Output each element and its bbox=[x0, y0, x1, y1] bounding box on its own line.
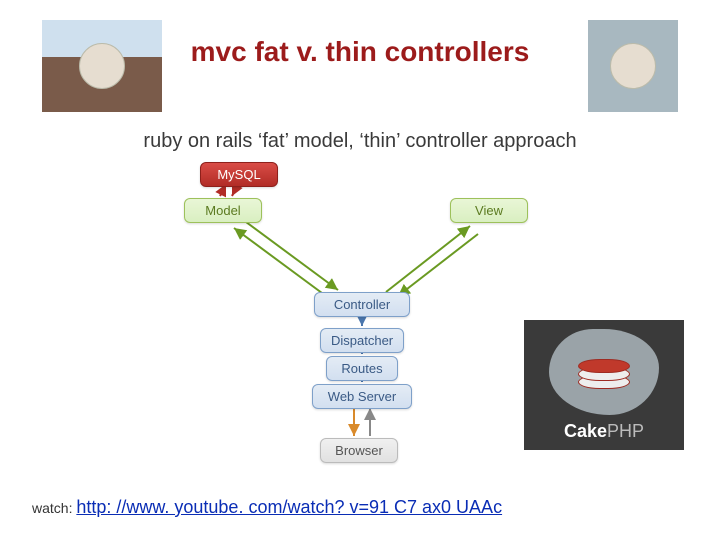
watch-link[interactable]: http: //www. youtube. com/watch? v=91 C7… bbox=[76, 497, 502, 517]
slide-root: mvc fat v. thin controllers ruby on rail… bbox=[0, 0, 720, 540]
node-routes: Routes bbox=[326, 356, 398, 381]
cakephp-prefix: Cake bbox=[564, 421, 607, 441]
node-controller: Controller bbox=[314, 292, 410, 317]
node-browser: Browser bbox=[320, 438, 398, 463]
mvc-diagram: MySQL Model View Controller Dispatcher R… bbox=[150, 162, 570, 462]
node-mysql: MySQL bbox=[200, 162, 278, 187]
cakephp-label: CakePHP bbox=[564, 421, 644, 442]
slide-subtitle: ruby on rails ‘fat’ model, ‘thin’ contro… bbox=[0, 130, 720, 153]
node-webserver: Web Server bbox=[312, 384, 412, 409]
footer: watch: http: //www. youtube. com/watch? … bbox=[32, 497, 502, 518]
slide-title: mvc fat v. thin controllers bbox=[0, 36, 720, 68]
footer-prefix: watch: bbox=[32, 500, 76, 516]
node-view: View bbox=[450, 198, 528, 223]
cakephp-suffix: PHP bbox=[607, 421, 644, 441]
node-model: Model bbox=[184, 198, 262, 223]
cake-icon bbox=[549, 329, 659, 415]
node-dispatcher: Dispatcher bbox=[320, 328, 404, 353]
cakephp-logo: CakePHP bbox=[524, 320, 684, 450]
